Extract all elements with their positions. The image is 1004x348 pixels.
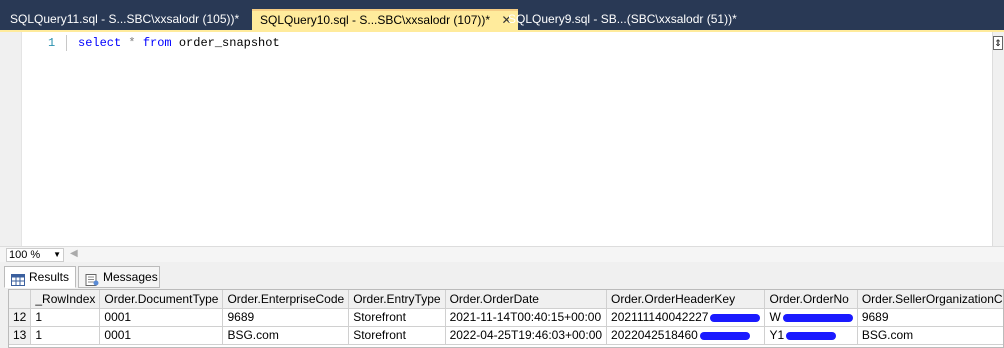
column-header-enterprisecode[interactable]: Order.EnterpriseCode [222,290,350,309]
split-window-icon[interactable]: ⇕ [993,36,1003,50]
editor-status-bar: 100 % ▼ ◀ [0,246,1004,262]
redaction-scribble [782,313,853,322]
tab-label: SQLQuery9.sql - SB...(SBC\xxsalodr (51))… [508,12,737,26]
cell-orderno[interactable]: W [764,308,858,327]
zoom-dropdown[interactable]: 100 % ▼ [6,248,64,262]
grid-icon [11,272,25,286]
cell-text: W [769,310,781,324]
redaction-scribble [710,313,761,322]
query-editor[interactable]: 1 select * from order_snapshot ⇕ [0,30,1004,246]
cell-entrytype[interactable]: Storefront [348,308,446,327]
cell-rowindex[interactable]: 1 [30,326,101,345]
column-header-orderno[interactable]: Order.OrderNo [764,290,858,309]
column-header-orderdate[interactable]: Order.OrderDate [445,290,608,309]
row-number[interactable]: 13 [9,326,32,345]
tab-label: Results [29,270,70,284]
redaction-scribble [699,331,750,340]
cell-orderheaderkey[interactable]: 202111140042227 [606,308,766,327]
tab-label: Messages [103,270,158,284]
cell-entrytype[interactable]: Storefront [348,326,446,345]
results-grid[interactable]: _RowIndex Order.DocumentType Order.Enter… [8,289,1004,348]
cell-rowindex[interactable]: 1 [30,308,101,327]
editor-margin [0,32,22,246]
table-identifier: order_snapshot [178,36,280,50]
cell-sellerorganizationcode[interactable]: 9689 [857,308,1003,327]
messages-icon [85,272,99,286]
chevron-down-icon: ▼ [53,250,61,259]
cell-orderdate[interactable]: 2022-04-25T19:46:03+00:00 [445,326,608,345]
line-number: 1 [48,36,56,50]
change-tracking-bar [66,35,70,51]
table-row[interactable]: 13 1 0001 BSG.com Storefront 2022-04-25T… [9,326,1003,345]
tab-messages[interactable]: Messages [78,266,160,288]
tab-sqlquery11[interactable]: SQLQuery11.sql - S...SBC\xxsalodr (105))… [2,9,245,30]
column-header-documenttype[interactable]: Order.DocumentType [99,290,224,309]
results-pane: Results Messages _RowIndex Order.Documen… [0,262,1004,348]
tab-sqlquery9[interactable]: SQLQuery9.sql - SB...(SBC\xxsalodr (51))… [500,9,743,30]
keyword-from: from [142,36,172,50]
editor-vertical-scrollbar[interactable]: ⇕ [992,32,1004,246]
keyword-select: select [78,36,122,50]
tab-sqlquery10[interactable]: SQLQuery10.sql - S...SBC\xxsalodr (107))… [252,9,518,30]
cell-documenttype[interactable]: 0001 [99,308,224,327]
scroll-left-icon[interactable]: ◀ [70,248,78,259]
cell-sellerorganizationcode[interactable]: BSG.com [857,326,1003,345]
cell-enterprisecode[interactable]: BSG.com [222,326,350,345]
cell-enterprisecode[interactable]: 9689 [222,308,350,327]
document-tab-strip: SQLQuery11.sql - S...SBC\xxsalodr (105))… [0,0,1004,30]
column-header-orderheaderkey[interactable]: Order.OrderHeaderKey [606,290,766,309]
cell-text: Y1 [769,328,785,342]
column-header-entrytype[interactable]: Order.EntryType [348,290,446,309]
cell-text: 2022042518460 [611,328,698,342]
tab-label: SQLQuery10.sql - S...SBC\xxsalodr (107))… [260,13,491,27]
cell-orderdate[interactable]: 2021-11-14T00:40:15+00:00 [445,308,608,327]
cell-documenttype[interactable]: 0001 [99,326,224,345]
tab-label: SQLQuery11.sql - S...SBC\xxsalodr (105))… [10,12,240,26]
tab-results[interactable]: Results [4,266,76,288]
operator-star: * [128,36,136,50]
cell-orderno[interactable]: Y1 [764,326,858,345]
redaction-scribble [786,331,837,340]
row-number[interactable]: 12 [9,308,32,327]
table-row[interactable]: 12 1 0001 9689 Storefront 2021-11-14T00:… [9,308,1003,327]
zoom-value: 100 % [9,249,41,261]
column-header-rowindex[interactable]: _RowIndex [30,290,101,309]
column-header-sellerorganizationcode[interactable]: Order.SellerOrganizationC [857,290,1003,309]
cell-text: 202111140042227 [611,310,709,324]
code-line-1[interactable]: select * from order_snapshot [78,36,280,50]
grid-header-row: _RowIndex Order.DocumentType Order.Enter… [9,290,1003,309]
column-header-rownum[interactable] [9,290,32,309]
cell-orderheaderkey[interactable]: 2022042518460 [606,326,766,345]
